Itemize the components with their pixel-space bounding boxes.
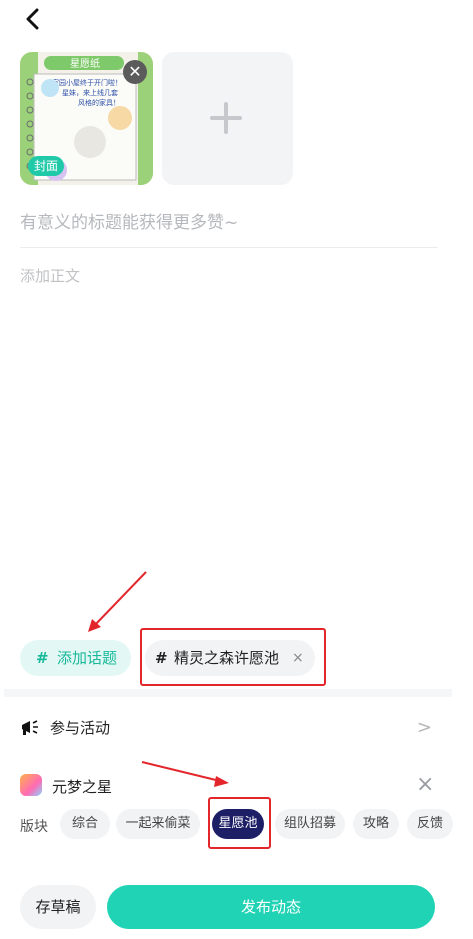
publish-button[interactable]: 发布动态 — [107, 885, 435, 929]
join-activity-row[interactable]: 参与活动 > — [20, 712, 440, 742]
highlight-box-topic — [140, 628, 326, 686]
body-input[interactable]: 添加正文 — [20, 265, 80, 286]
add-topic-label: 添加话题 — [57, 649, 118, 667]
game-app-icon — [20, 774, 42, 796]
image-header-text: 星愿纸 — [70, 57, 100, 70]
board-chip-general[interactable]: 综合 — [60, 809, 110, 839]
board-chip-guide[interactable]: 攻略 — [353, 809, 399, 839]
plus-icon-vertical — [224, 102, 228, 134]
section-separator — [4, 689, 452, 697]
board-chip-feedback[interactable]: 反馈 — [407, 809, 453, 839]
board-chip-steal-veggies[interactable]: 一起来偷菜 — [116, 809, 200, 839]
add-topic-button[interactable]: # 添加话题 — [20, 640, 131, 676]
highlight-box-board — [208, 797, 271, 849]
save-draft-button[interactable]: 存草稿 — [20, 885, 96, 929]
divider — [20, 247, 438, 248]
close-game-icon[interactable]: × — [416, 774, 434, 796]
cover-badge: 封面 — [28, 156, 64, 176]
image-text-line-1: 家园小屋终于开门啦！ — [52, 78, 122, 87]
back-arrow-icon[interactable] — [22, 8, 44, 30]
board-label: 版块 — [20, 819, 48, 835]
game-name: 元梦之星 — [52, 778, 113, 796]
remove-image-close-icon[interactable]: ✕ — [123, 60, 147, 84]
image-text-line-2: 星妹，来上线几套 — [62, 88, 118, 97]
title-input[interactable]: 有意义的标题能获得更多赞~ — [20, 208, 238, 233]
hash-icon: # — [36, 649, 49, 667]
megaphone-icon — [22, 720, 38, 735]
board-chip-team-recruit[interactable]: 组队招募 — [275, 809, 345, 839]
chevron-right-icon: > — [416, 717, 432, 738]
image-text-line-3: 风格的家具！ — [78, 98, 120, 107]
activity-label: 参与活动 — [50, 719, 111, 737]
